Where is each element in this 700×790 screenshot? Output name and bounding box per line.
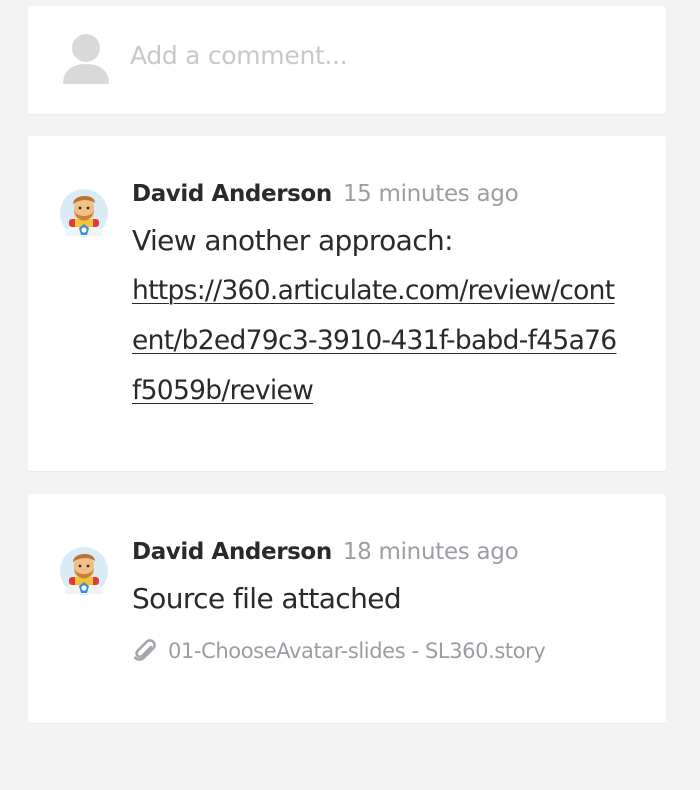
attachment-link[interactable]: 01-ChooseAvatar-slides - SL360.story <box>132 638 622 664</box>
comment-composer[interactable]: Add a comment... <box>28 6 666 114</box>
user-avatar-icon <box>60 189 108 237</box>
comment-content: David Anderson 18 minutes ago Source fil… <box>132 539 622 664</box>
comment-timestamp: 15 minutes ago <box>342 181 519 207</box>
comment-text: View another approach: <box>132 224 454 257</box>
attachment-filename: 01-ChooseAvatar-slides - SL360.story <box>168 639 546 663</box>
comment-card: David Anderson 18 minutes ago Source fil… <box>28 494 666 723</box>
comment-content: David Anderson 15 minutes ago View anoth… <box>132 181 622 416</box>
comment-meta: David Anderson 15 minutes ago <box>132 181 622 213</box>
comment-timestamp: 18 minutes ago <box>342 539 519 565</box>
comment-card: David Anderson 15 minutes ago View anoth… <box>28 136 666 471</box>
comment-author: David Anderson <box>132 539 332 565</box>
user-silhouette-icon <box>63 34 109 84</box>
comment-meta: David Anderson 18 minutes ago <box>132 539 622 571</box>
comment-input[interactable]: Add a comment... <box>130 41 348 71</box>
comment-text: Source file attached <box>132 582 402 615</box>
paperclip-icon <box>133 639 156 661</box>
comment-author: David Anderson <box>132 181 332 207</box>
user-avatar-icon <box>60 547 108 595</box>
comment-link[interactable]: https://360.articulate.com/review/conten… <box>132 266 620 416</box>
